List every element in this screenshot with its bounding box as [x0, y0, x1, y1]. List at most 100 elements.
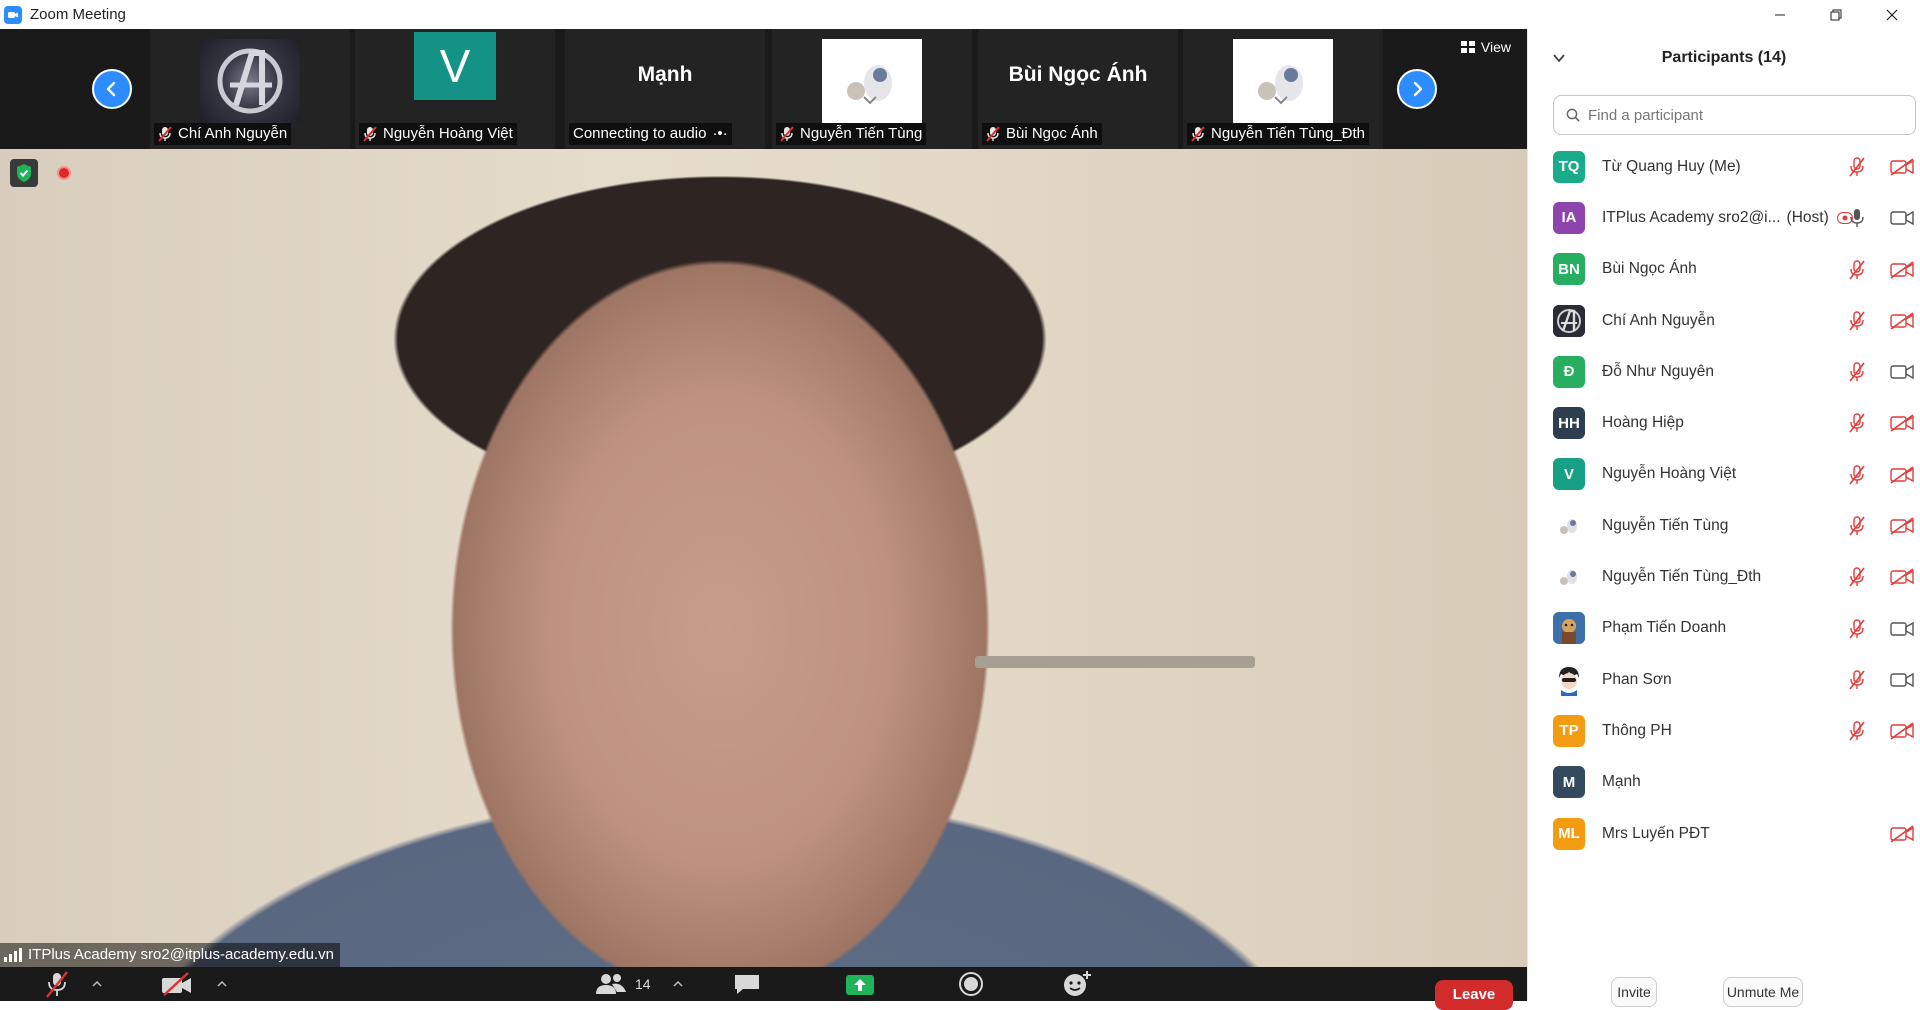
- camera-off-icon[interactable]: [1888, 825, 1916, 843]
- record-button[interactable]: [958, 967, 984, 1001]
- avatar: TP: [1553, 714, 1585, 747]
- participants-button[interactable]: 14: [595, 967, 651, 1001]
- avatar-initials: IA: [1561, 209, 1577, 227]
- video-options-caret[interactable]: [217, 967, 227, 1001]
- security-shield-icon[interactable]: [10, 159, 38, 187]
- mic-muted-icon[interactable]: [1848, 670, 1866, 690]
- mic-muted-icon[interactable]: [1848, 259, 1866, 280]
- camera-icon[interactable]: [1888, 671, 1916, 689]
- meeting-area: Chí Anh Nguyễn V Nguyễn Hoàng Việt Mạnh …: [0, 29, 1527, 1010]
- tile-status-label: Connecting to audio ·•·: [569, 123, 732, 145]
- mic-icon[interactable]: [1848, 208, 1866, 228]
- video-tile[interactable]: Bùi Ngọc Ánh Bùi Ngọc Ánh: [978, 29, 1178, 149]
- avatar-initials: M: [1562, 773, 1576, 791]
- mic-muted-icon[interactable]: [1848, 362, 1866, 382]
- host-tag: (Host): [1786, 208, 1829, 226]
- participant-search[interactable]: [1553, 95, 1916, 135]
- tile-name-label: Nguyễn Tiến Tùng: [776, 123, 927, 145]
- share-screen-button[interactable]: [845, 967, 875, 1001]
- camera-off-icon[interactable]: [1888, 568, 1916, 587]
- participant-search-input[interactable]: [1588, 106, 1888, 124]
- camera-off-icon[interactable]: [1888, 517, 1916, 535]
- share-screen-icon: [846, 975, 874, 995]
- camera-off-icon[interactable]: [1888, 312, 1916, 330]
- mic-muted-icon[interactable]: [1848, 413, 1866, 433]
- close-button[interactable]: [1864, 0, 1920, 29]
- filmstrip-prev-button[interactable]: [92, 69, 132, 109]
- participant-row[interactable]: ML Mrs Luyến PĐT: [1528, 808, 1920, 859]
- mic-muted-icon[interactable]: [1848, 157, 1866, 177]
- avatar-initials: TQ: [1558, 158, 1580, 176]
- participant-row[interactable]: Nguyễn Tiến Tùng_Đth: [1528, 551, 1920, 602]
- chevron-left-icon: [106, 81, 116, 97]
- mic-muted-icon[interactable]: [1848, 567, 1866, 587]
- participant-name: Đỗ Như Nguyên: [1602, 362, 1715, 380]
- reactions-icon: [1064, 971, 1091, 996]
- participant-row[interactable]: TP Thông PH: [1528, 705, 1920, 756]
- participants-options-caret[interactable]: [673, 967, 683, 1001]
- camera-icon[interactable]: [1888, 209, 1916, 227]
- minimize-button[interactable]: [1752, 0, 1808, 29]
- leave-button[interactable]: Leave: [1435, 980, 1513, 1010]
- camera-icon[interactable]: [1888, 620, 1916, 638]
- letter-avatar: V: [414, 32, 496, 100]
- mic-muted-icon[interactable]: [1848, 516, 1866, 536]
- view-button[interactable]: View: [1460, 39, 1511, 55]
- invite-button[interactable]: Invite: [1611, 977, 1657, 1007]
- camera-off-icon[interactable]: [1888, 158, 1916, 176]
- camera-off-icon[interactable]: [1888, 414, 1916, 433]
- chevron-up-icon: [92, 981, 102, 987]
- chevron-down-icon[interactable]: [1552, 51, 1566, 65]
- view-label: View: [1480, 39, 1511, 55]
- avatar-initials: Đ: [1563, 363, 1575, 381]
- participant-row[interactable]: BN Bùi Ngọc Ánh: [1528, 244, 1920, 295]
- camera-off-icon[interactable]: [1888, 722, 1916, 740]
- mute-button[interactable]: [44, 967, 70, 1001]
- camera-off-icon: [162, 972, 191, 996]
- participant-row[interactable]: TQ Từ Quang Huy (Me): [1528, 141, 1920, 192]
- mic-muted-icon[interactable]: [1848, 721, 1866, 741]
- filmstrip-next-button[interactable]: [1397, 69, 1437, 109]
- tile-display-name: Bùi Ngọc Ánh: [1008, 63, 1148, 86]
- video-tile[interactable]: Nguyễn Tiến Tùng: [772, 29, 972, 149]
- participant-row[interactable]: M Mạnh: [1528, 757, 1920, 808]
- start-video-button[interactable]: [160, 967, 194, 1001]
- unmute-me-button[interactable]: Unmute Me: [1723, 977, 1803, 1007]
- camera-off-icon[interactable]: [1888, 466, 1916, 484]
- recording-indicator-icon[interactable]: [57, 166, 71, 180]
- restore-button[interactable]: [1808, 0, 1864, 29]
- speaker-name-label: ITPlus Academy sro2@itplus-academy.edu.v…: [0, 943, 340, 967]
- camera-icon[interactable]: [1888, 363, 1916, 381]
- tile-name: Nguyễn Tiến Tùng_Đth: [1211, 125, 1365, 142]
- participant-row[interactable]: Nguyễn Tiến Tùng: [1528, 500, 1920, 551]
- video-tile[interactable]: Mạnh Connecting to audio ·•·: [565, 29, 765, 149]
- video-tile[interactable]: V Nguyễn Hoàng Việt: [355, 29, 555, 149]
- participant-row[interactable]: Đ Đỗ Như Nguyên: [1528, 346, 1920, 397]
- camera-off-icon[interactable]: [1888, 260, 1916, 279]
- mic-muted-icon: [158, 126, 172, 142]
- speaker-name: ITPlus Academy sro2@itplus-academy.edu.v…: [28, 946, 334, 963]
- participant-row[interactable]: V Nguyễn Hoàng Việt: [1528, 449, 1920, 500]
- panel-footer: Invite Unmute Me: [1528, 967, 1920, 1007]
- chat-button[interactable]: [733, 967, 761, 1001]
- mic-muted-icon: [363, 126, 377, 142]
- mic-muted-icon[interactable]: [1848, 465, 1866, 485]
- participant-name: Từ Quang Huy (Me): [1602, 157, 1741, 175]
- reactions-button[interactable]: [1062, 967, 1092, 1001]
- participant-row[interactable]: HH Hoàng Hiệp: [1528, 397, 1920, 448]
- mic-muted-icon[interactable]: [1848, 618, 1866, 639]
- participant-name: Nguyễn Tiến Tùng_Đth: [1602, 568, 1762, 586]
- mic-muted-icon[interactable]: [1848, 311, 1866, 331]
- mic-muted-icon: [986, 126, 1000, 142]
- participant-name: Hoàng Hiệp: [1602, 414, 1684, 432]
- chevron-up-icon: [217, 981, 227, 987]
- participant-name: Phan Sơn: [1602, 670, 1672, 688]
- video-tile[interactable]: Chí Anh Nguyễn: [150, 29, 350, 149]
- participant-row[interactable]: Chí Anh Nguyễn: [1528, 295, 1920, 346]
- video-tile[interactable]: Nguyễn Tiến Tùng_Đth: [1183, 29, 1383, 149]
- participant-row[interactable]: IA ITPlus Academy sro2@i... (Host): [1528, 192, 1920, 243]
- participant-row[interactable]: Phạm Tiến Doanh: [1528, 603, 1920, 654]
- participant-row[interactable]: Phan Sơn: [1528, 654, 1920, 705]
- audio-options-caret[interactable]: [92, 967, 102, 1001]
- participant-name: Nguyễn Hoàng Việt: [1602, 465, 1737, 483]
